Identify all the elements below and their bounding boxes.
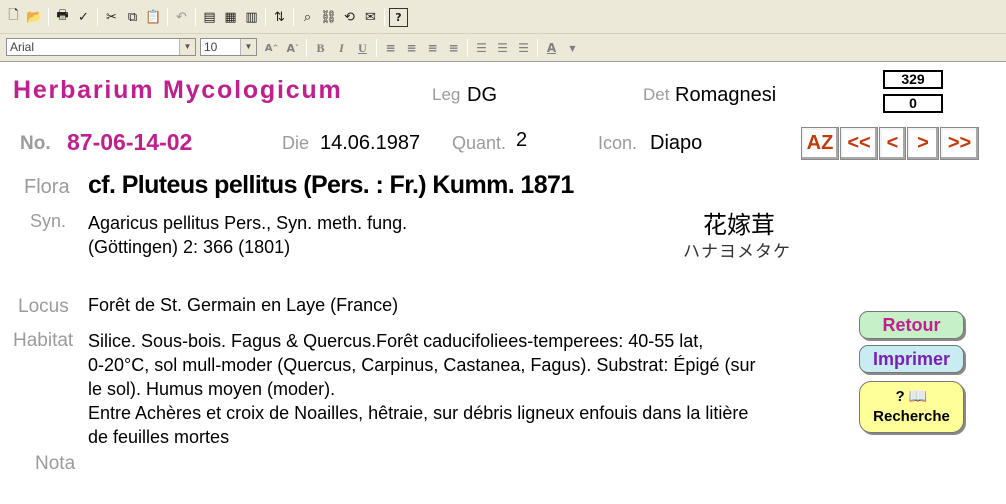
first-record-button[interactable]: << <box>840 127 878 160</box>
last-record-button[interactable]: >> <box>940 127 979 160</box>
relink-icon[interactable]: ⟲ <box>340 8 359 27</box>
record-count: 329 <box>883 70 943 89</box>
help-icon[interactable]: ? <box>389 7 408 27</box>
search-book-icon: ? 📖 <box>895 388 928 405</box>
flora-label: Flora <box>24 176 70 198</box>
spellcheck-icon[interactable]: ✓ <box>74 8 93 27</box>
justify-icon[interactable]: ≡ <box>444 39 463 58</box>
record-form: Herbarium Mycologicum Leg DG Det Romagne… <box>0 63 1006 504</box>
font-size-value: 10 <box>204 40 218 54</box>
italic-icon[interactable]: I <box>332 39 351 58</box>
no-value[interactable]: 87-06-14-02 <box>67 129 192 156</box>
cut-icon[interactable]: ✂ <box>102 8 121 27</box>
habitat-line: le sol). Humus moyen (moder). <box>88 379 336 399</box>
det-label: Det <box>643 85 670 104</box>
format-toolbar: Arial ▼ 10 ▼ A ^ A ˅ B I U ≡ ≡ ≡ ≡ ☰ ☰ ☰ A… <box>0 34 1006 62</box>
quant-value[interactable]: 2 <box>516 129 527 152</box>
locus-label: Locus <box>18 296 69 317</box>
query-icon[interactable]: ⌕ <box>298 8 317 27</box>
synonym-line: (Göttingen) 2: 366 (1801) <box>88 237 291 257</box>
chevron-down-icon[interactable]: ▼ <box>563 39 582 58</box>
bullet-list-icon[interactable]: ☰ <box>493 39 512 58</box>
toolbar-separator <box>167 8 168 26</box>
recherche-button[interactable]: ? 📖 Recherche <box>859 381 964 433</box>
previous-record-button[interactable]: < <box>879 127 906 160</box>
toolbar-separator <box>97 8 98 26</box>
species-name[interactable]: cf. Pluteus pellitus (Pers. : Fr.) Kumm.… <box>88 171 574 200</box>
mail-icon[interactable]: ✉ <box>361 8 380 27</box>
record-position[interactable]: 0 <box>883 94 943 113</box>
toolbar-separator <box>195 8 196 26</box>
bold-icon[interactable]: B <box>311 39 330 58</box>
align-left-icon[interactable]: ≡ <box>381 39 400 58</box>
det-value[interactable]: Romagnesi <box>675 84 776 107</box>
die-value[interactable]: 14.06.1987 <box>320 132 420 155</box>
font-name-value: Arial <box>10 40 35 54</box>
underline-icon[interactable]: U <box>353 39 372 58</box>
toolbar-separator <box>384 8 385 26</box>
numbered-list-icon[interactable]: ☰ <box>472 39 491 58</box>
locus-value[interactable]: Forêt de St. Germain en Laye (France) <box>88 295 398 316</box>
no-label: No. <box>20 133 51 154</box>
japanese-kana-name: ハナヨメタケ <box>683 242 791 261</box>
paste-icon[interactable]: 📋 <box>144 8 163 27</box>
habitat-label: Habitat <box>13 330 74 351</box>
table-view-icon[interactable]: ▥ <box>242 8 261 27</box>
copy-icon[interactable]: ⧉ <box>123 8 142 27</box>
icon-label: Icon. <box>598 133 638 153</box>
toolbar-separator <box>293 8 294 26</box>
toolbar-separator <box>48 8 49 26</box>
chevron-down-icon[interactable]: ▼ <box>240 39 256 55</box>
font-color-icon[interactable]: A <box>542 39 561 58</box>
font-size-select[interactable]: 10 ▼ <box>200 38 257 56</box>
form-view-icon[interactable]: ▦ <box>221 8 240 27</box>
habitat-line: Silice. Sous-bois. Fagus & Quercus.Forêt… <box>88 331 704 351</box>
icon-value[interactable]: Diapo <box>650 132 702 155</box>
die-label: Die <box>282 133 310 153</box>
habitat-line: 0-20°C, sol mull-moder (Quercus, Carpinu… <box>88 355 756 375</box>
next-record-button[interactable]: > <box>907 127 939 160</box>
font-shrink-icon[interactable]: A ˅ <box>283 39 302 58</box>
japanese-kanji-name: 花嫁茸 <box>703 212 775 239</box>
page-title: Herbarium Mycologicum <box>13 76 343 104</box>
chevron-down-icon[interactable]: ▼ <box>179 39 195 55</box>
habitat-line: de feuilles mortes <box>88 427 230 447</box>
open-folder-icon[interactable]: 📂 <box>25 8 44 27</box>
font-name-select[interactable]: Arial ▼ <box>6 38 196 56</box>
main-toolbar: 🗋 📂 🖶 ✓ ✂ ⧉ 📋 ↶ ▤ ▦ ▥ ⇅ ⌕ ⛓ ⟲ ✉? <box>0 0 1006 34</box>
syn-label: Syn. <box>30 211 67 231</box>
retour-button[interactable]: Retour <box>859 311 964 339</box>
new-document-icon[interactable]: 🗋 <box>4 8 23 27</box>
align-right-icon[interactable]: ≡ <box>423 39 442 58</box>
toolbar-separator <box>265 8 266 26</box>
quant-label: Quant. <box>452 133 507 153</box>
habitat-text[interactable]: Silice. Sous-bois. Fagus & Quercus.Forêt… <box>88 329 828 449</box>
synonym-line: Agaricus pellitus Pers., Syn. meth. fung… <box>88 213 408 233</box>
imprimer-button[interactable]: Imprimer <box>859 345 964 373</box>
align-center-icon[interactable]: ≡ <box>402 39 421 58</box>
synonym-text[interactable]: Agaricus pellitus Pers., Syn. meth. fung… <box>88 211 528 259</box>
format-buttons: A ^ A ˅ B I U ≡ ≡ ≡ ≡ ☰ ☰ ☰ A ▼ <box>262 38 584 58</box>
print-icon[interactable]: 🖶 <box>53 8 72 27</box>
toolbar-buttons: 🗋 📂 🖶 ✓ ✂ ⧉ 📋 ↶ ▤ ▦ ▥ ⇅ ⌕ ⛓ ⟲ ✉? <box>0 5 410 29</box>
list-view-icon[interactable]: ▤ <box>200 8 219 27</box>
sort-az-button[interactable]: AZ <box>801 127 839 160</box>
habitat-line: Entre Achères et croix de Noailles, hêtr… <box>88 403 749 423</box>
link-icon[interactable]: ⛓ <box>319 8 338 27</box>
font-grow-icon[interactable]: A ^ <box>262 39 281 58</box>
leg-value[interactable]: DG <box>467 84 497 107</box>
recherche-label: Recherche <box>873 408 950 425</box>
leg-label: Leg <box>432 85 461 104</box>
nota-label: Nota <box>35 453 76 474</box>
indent-icon[interactable]: ☰ <box>514 39 533 58</box>
sort-icon[interactable]: ⇅ <box>270 8 289 27</box>
undo-icon[interactable]: ↶ <box>172 8 191 27</box>
